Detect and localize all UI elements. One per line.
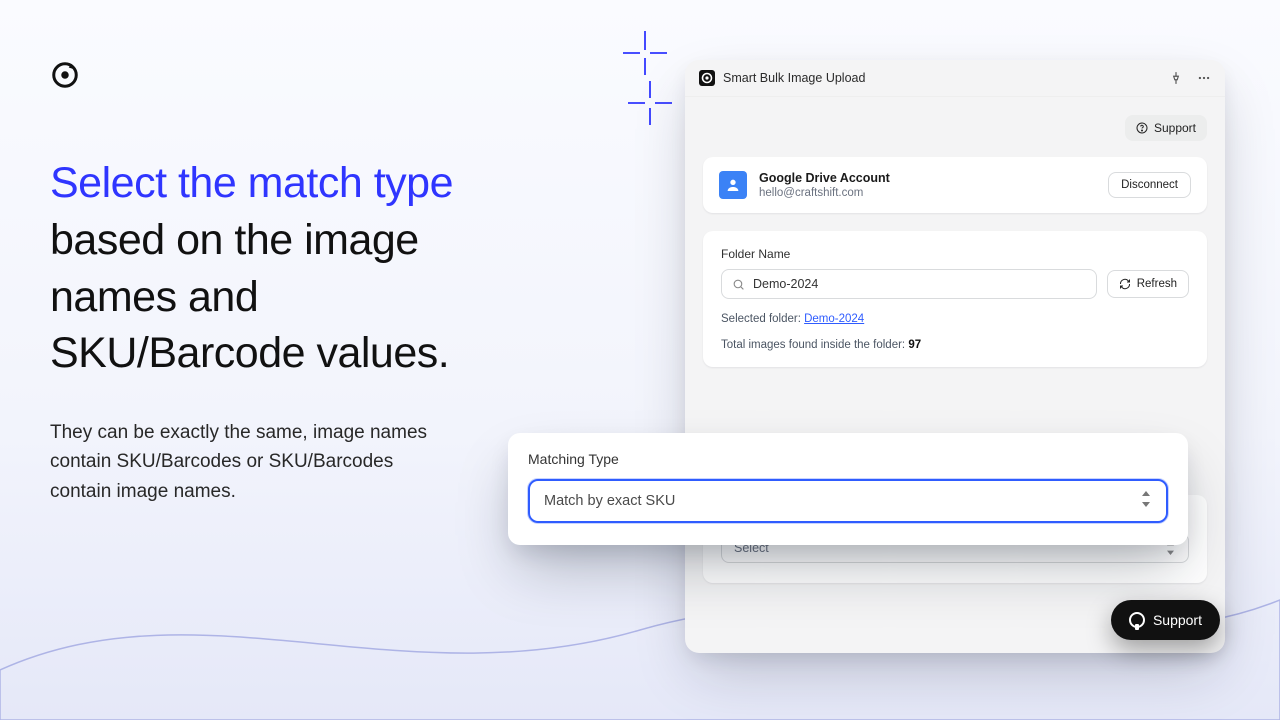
- avatar: [719, 171, 747, 199]
- person-icon: [725, 177, 741, 193]
- total-images-line: Total images found inside the folder: 97: [721, 339, 1189, 351]
- folder-name-field[interactable]: [753, 277, 1086, 291]
- more-icon[interactable]: [1197, 71, 1211, 85]
- question-circle-icon: [1136, 122, 1148, 134]
- folder-card: Folder Name Refresh Selected folder: Dem…: [703, 231, 1207, 367]
- chevron-sort-icon: [1140, 491, 1152, 511]
- folder-name-label: Folder Name: [721, 247, 1189, 261]
- refresh-button[interactable]: Refresh: [1107, 270, 1189, 298]
- disconnect-button[interactable]: Disconnect: [1108, 172, 1191, 198]
- folder-search-input[interactable]: [721, 269, 1097, 299]
- selected-folder-link[interactable]: Demo-2024: [804, 313, 864, 325]
- selected-folder-line: Selected folder: Demo-2024: [721, 313, 1189, 325]
- help-support-button[interactable]: Support: [1125, 115, 1207, 141]
- brand-logo: [50, 60, 80, 90]
- app-window: Smart Bulk Image Upload Support Go: [685, 60, 1225, 653]
- app-header: Smart Bulk Image Upload: [685, 60, 1225, 97]
- matching-type-label: Matching Type: [528, 451, 1168, 467]
- app-logo-icon: [699, 70, 715, 86]
- search-icon: [732, 278, 745, 291]
- refresh-icon: [1119, 278, 1131, 290]
- pin-icon[interactable]: [1169, 71, 1183, 85]
- marketing-subhead: They can be exactly the same, image name…: [50, 418, 450, 506]
- matching-type-select[interactable]: Match by exact SKU: [528, 479, 1168, 523]
- marketing-headline: Select the match type based on the image…: [50, 155, 490, 382]
- chat-bubble-icon: [1129, 612, 1145, 628]
- plus-decoration-icon: [625, 78, 675, 128]
- app-title: Smart Bulk Image Upload: [723, 71, 1161, 85]
- support-chat-pill[interactable]: Support: [1111, 600, 1220, 640]
- matching-type-card: Matching Type Match by exact SKU: [508, 433, 1188, 545]
- account-email: hello@craftshift.com: [759, 187, 890, 199]
- account-card: Google Drive Account hello@craftshift.co…: [703, 157, 1207, 213]
- plus-decoration-icon: [620, 28, 670, 78]
- account-provider: Google Drive Account: [759, 171, 890, 185]
